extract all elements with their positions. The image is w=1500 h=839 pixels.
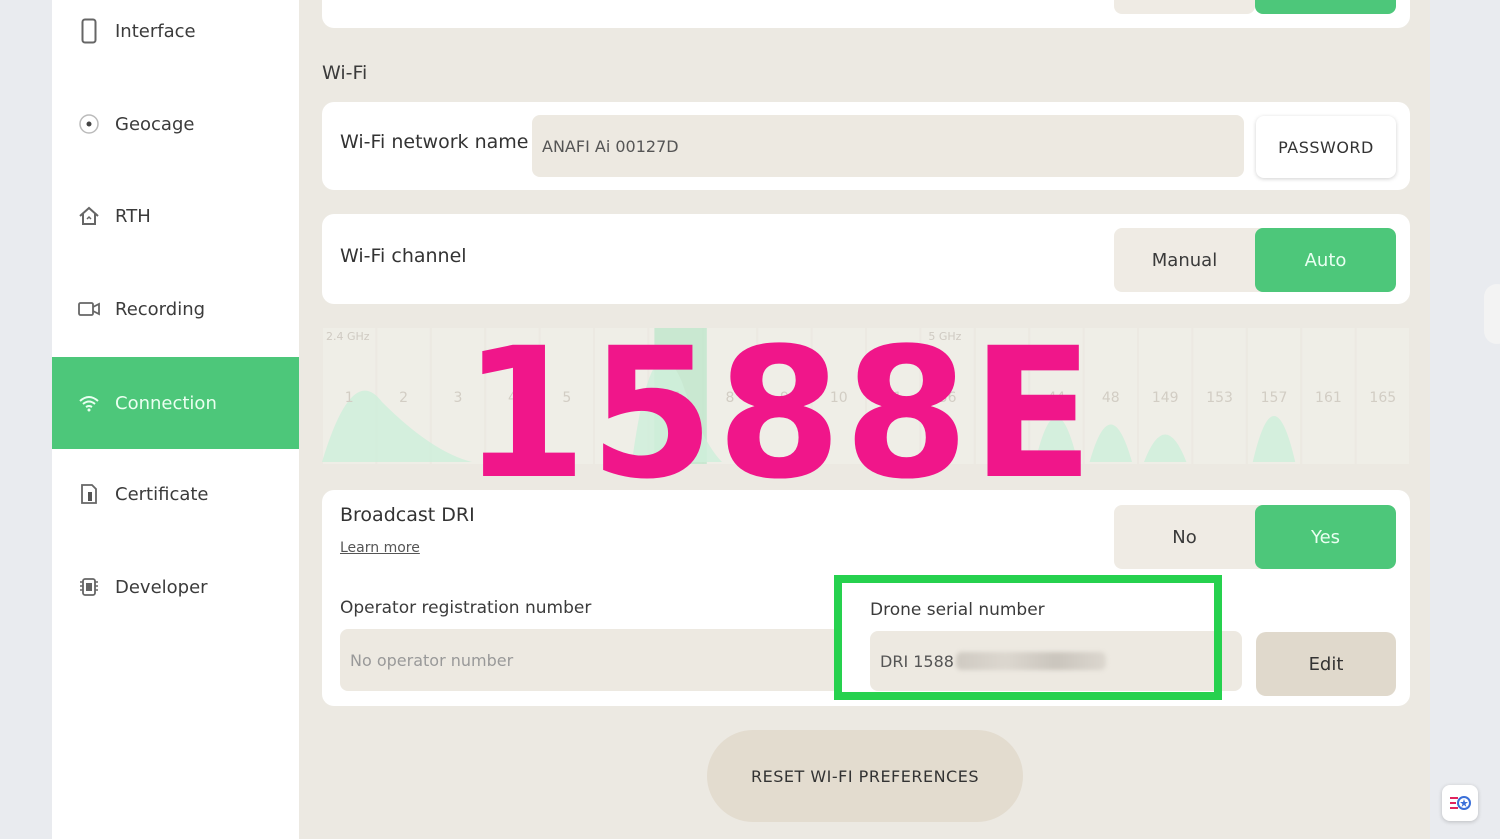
certificate-icon [78,481,100,507]
edge-handle[interactable] [1484,284,1500,344]
wifi-name-field[interactable]: ANAFI Ai 00127D [532,115,1244,177]
wifi-icon [78,390,100,416]
channel-tick-label: 165 [1369,390,1396,406]
operator-number-label: Operator registration number [340,598,592,618]
app-badge-icon [1442,785,1478,821]
camera-icon [78,296,100,322]
overlay-serial-text: 1588E [462,310,1096,519]
sidebar-item-rth[interactable]: RTH [52,170,299,262]
previous-option-on[interactable] [1255,0,1396,14]
channel-tick-label: 1 [345,390,354,406]
home-icon [78,203,100,229]
channel-tick-label: 157 [1261,390,1288,406]
geocage-icon [78,111,100,137]
wifi-name-label: Wi-Fi network name [340,131,529,153]
previous-option-off[interactable] [1114,0,1255,14]
sidebar-item-connection[interactable]: Connection [52,357,299,449]
channel-auto-option[interactable]: Auto [1255,228,1396,292]
password-button[interactable]: PASSWORD [1256,116,1396,178]
chip-icon [78,574,100,600]
channel-tick-label: 2 [399,390,408,406]
wifi-section-title: Wi-Fi [322,62,368,84]
sidebar-item-label: RTH [115,205,151,227]
sidebar-item-geocage[interactable]: Geocage [52,78,299,170]
sidebar-item-developer[interactable]: Developer [52,541,299,633]
channel-tick-label: 153 [1206,390,1233,406]
learn-more-link[interactable]: Learn more [340,540,420,556]
sidebar-item-certificate[interactable]: Certificate [52,448,299,540]
operator-number-field[interactable]: No operator number [340,629,840,691]
channel-tick-label: 48 [1102,390,1120,406]
reset-wifi-button[interactable]: RESET WI-FI PREFERENCES [707,730,1023,822]
sidebar-item-interface[interactable]: Interface [52,0,299,77]
wifi-name-card: Wi-Fi network name ANAFI Ai 00127D PASSW… [322,102,1410,190]
sidebar-item-label: Geocage [115,113,195,135]
sidebar-item-label: Recording [115,298,206,320]
wifi-channel-card: Wi-Fi channel Manual Auto [322,214,1410,304]
settings-sidebar: Interface Geocage RTH Recording Connecti… [52,0,299,839]
edit-button[interactable]: Edit [1256,632,1396,696]
previous-setting-card [322,0,1410,28]
sidebar-item-label: Certificate [115,483,209,505]
channel-tick-label: 161 [1315,390,1342,406]
channel-tick-label: 149 [1152,390,1179,406]
phone-icon [78,18,100,44]
broadcast-dri-label: Broadcast DRI [340,504,475,526]
dri-yes-option[interactable]: Yes [1255,505,1396,569]
channel-manual-option[interactable]: Manual [1114,228,1255,292]
band-24-label: 2.4 GHz [326,330,370,343]
broadcast-dri-toggle: No Yes [1114,505,1396,569]
serial-highlight-box [834,575,1222,700]
sidebar-item-label: Developer [115,576,208,598]
sidebar-item-label: Connection [115,392,217,414]
channel-mode-toggle: Manual Auto [1114,228,1396,292]
dri-no-option[interactable]: No [1114,505,1255,569]
sidebar-item-label: Interface [115,20,196,42]
sidebar-item-recording[interactable]: Recording [52,263,299,355]
wifi-channel-label: Wi-Fi channel [340,245,467,267]
